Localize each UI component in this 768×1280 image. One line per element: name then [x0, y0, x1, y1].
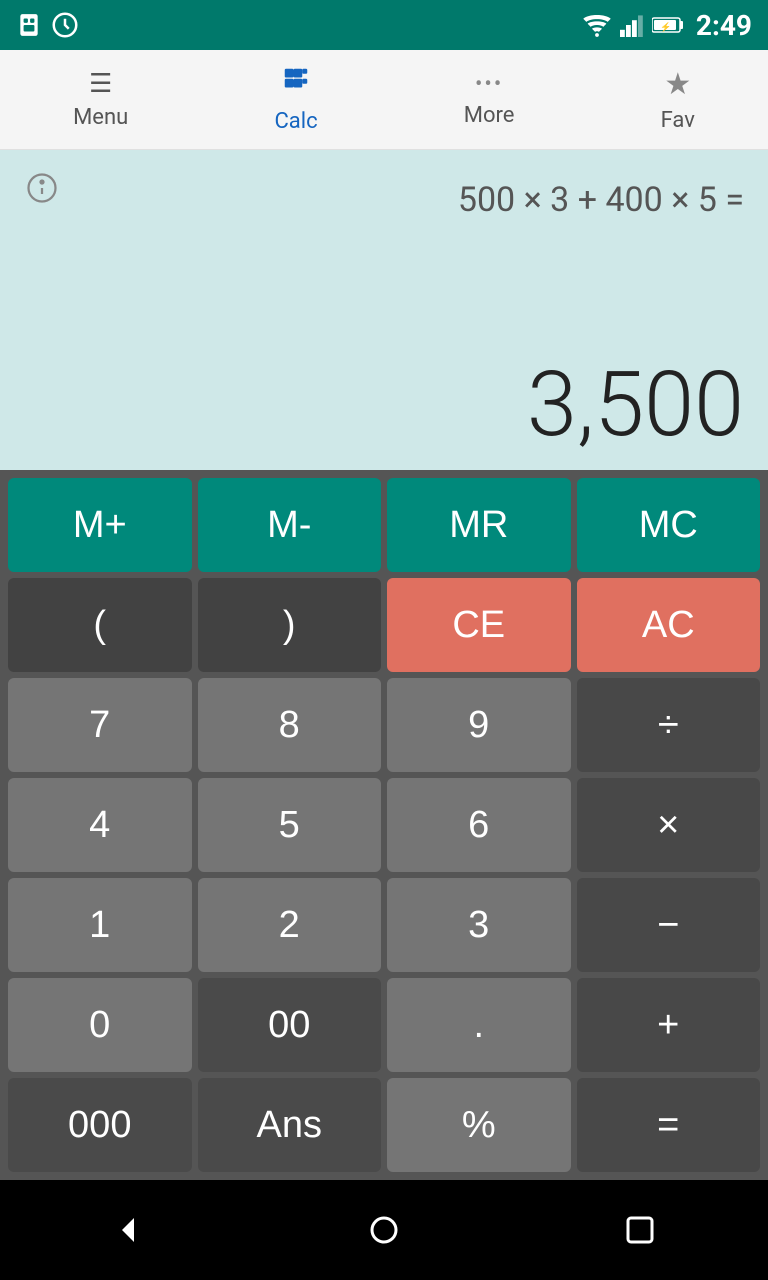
btn-open-paren[interactable]: ( [8, 578, 192, 672]
num-row-789: 7 8 9 ÷ [8, 678, 760, 772]
more-icon: ••• [475, 72, 503, 97]
expression-display: 500 × 3 + 400 × 5 = [24, 180, 744, 220]
btn-subtract[interactable]: − [577, 878, 761, 972]
circle-icon [50, 10, 80, 40]
nav-fav-label: Fav [661, 108, 695, 133]
status-bar: ⚡ 2:49 [0, 0, 768, 50]
nav-calc-label: Calc [274, 109, 317, 134]
menu-icon: ☰ [89, 69, 112, 99]
btn-1[interactable]: 1 [8, 878, 192, 972]
display-area: 500 × 3 + 400 × 5 = 3,500 [0, 150, 768, 470]
btn-multiply[interactable]: × [577, 778, 761, 872]
home-button[interactable] [359, 1205, 409, 1255]
signal-icon [620, 12, 644, 38]
num-row-123: 1 2 3 − [8, 878, 760, 972]
bottom-nav [0, 1180, 768, 1280]
btn-m-plus[interactable]: M+ [8, 478, 192, 572]
clear-row: ( ) CE AC [8, 578, 760, 672]
nav-more[interactable]: ••• More [444, 62, 535, 138]
battery-icon: ⚡ [652, 14, 684, 36]
btn-2[interactable]: 2 [198, 878, 382, 972]
nav-more-label: More [464, 103, 515, 128]
btn-mc[interactable]: MC [577, 478, 761, 572]
btn-ce[interactable]: CE [387, 578, 571, 672]
calculator-keypad: M+ M- MR MC ( ) CE AC 7 8 9 ÷ 4 5 6 × 1 … [0, 470, 768, 1180]
btn-add[interactable]: + [577, 978, 761, 1072]
wifi-icon [582, 12, 612, 38]
status-bar-right: ⚡ 2:49 [582, 9, 752, 42]
status-bar-left [16, 10, 80, 40]
recents-button[interactable] [615, 1205, 665, 1255]
btn-m-minus[interactable]: M- [198, 478, 382, 572]
btn-divide[interactable]: ÷ [577, 678, 761, 772]
btn-4[interactable]: 4 [8, 778, 192, 872]
result-display: 3,500 [24, 360, 744, 450]
nav-calc[interactable]: Calc [254, 55, 337, 144]
func-row: 000 Ans % = [8, 1078, 760, 1172]
btn-ans[interactable]: Ans [198, 1078, 382, 1172]
calc-icon [281, 65, 311, 103]
svg-text:⚡: ⚡ [660, 21, 671, 33]
btn-7[interactable]: 7 [8, 678, 192, 772]
nav-menu[interactable]: ☰ Menu [53, 59, 148, 140]
btn-8[interactable]: 8 [198, 678, 382, 772]
btn-000[interactable]: 000 [8, 1078, 192, 1172]
num-row-456: 4 5 6 × [8, 778, 760, 872]
time-display: 2:49 [696, 9, 752, 42]
nav-fav[interactable]: ★ Fav [641, 57, 715, 143]
back-button[interactable] [103, 1205, 153, 1255]
btn-equals[interactable]: = [577, 1078, 761, 1172]
btn-5[interactable]: 5 [198, 778, 382, 872]
btn-6[interactable]: 6 [387, 778, 571, 872]
btn-decimal[interactable]: . [387, 978, 571, 1072]
btn-close-paren[interactable]: ) [198, 578, 382, 672]
btn-0[interactable]: 0 [8, 978, 192, 1072]
sim-icon [16, 12, 42, 38]
btn-percent[interactable]: % [387, 1078, 571, 1172]
num-row-0: 0 00 . + [8, 978, 760, 1072]
nav-bar: ☰ Menu Calc ••• More ★ Fav [0, 50, 768, 150]
btn-ac[interactable]: AC [577, 578, 761, 672]
nav-menu-label: Menu [73, 105, 128, 130]
hint-icon [24, 170, 60, 210]
memory-row: M+ M- MR MC [8, 478, 760, 572]
btn-3[interactable]: 3 [387, 878, 571, 972]
btn-mr[interactable]: MR [387, 478, 571, 572]
btn-00[interactable]: 00 [198, 978, 382, 1072]
btn-9[interactable]: 9 [387, 678, 571, 772]
fav-icon: ★ [664, 67, 691, 102]
